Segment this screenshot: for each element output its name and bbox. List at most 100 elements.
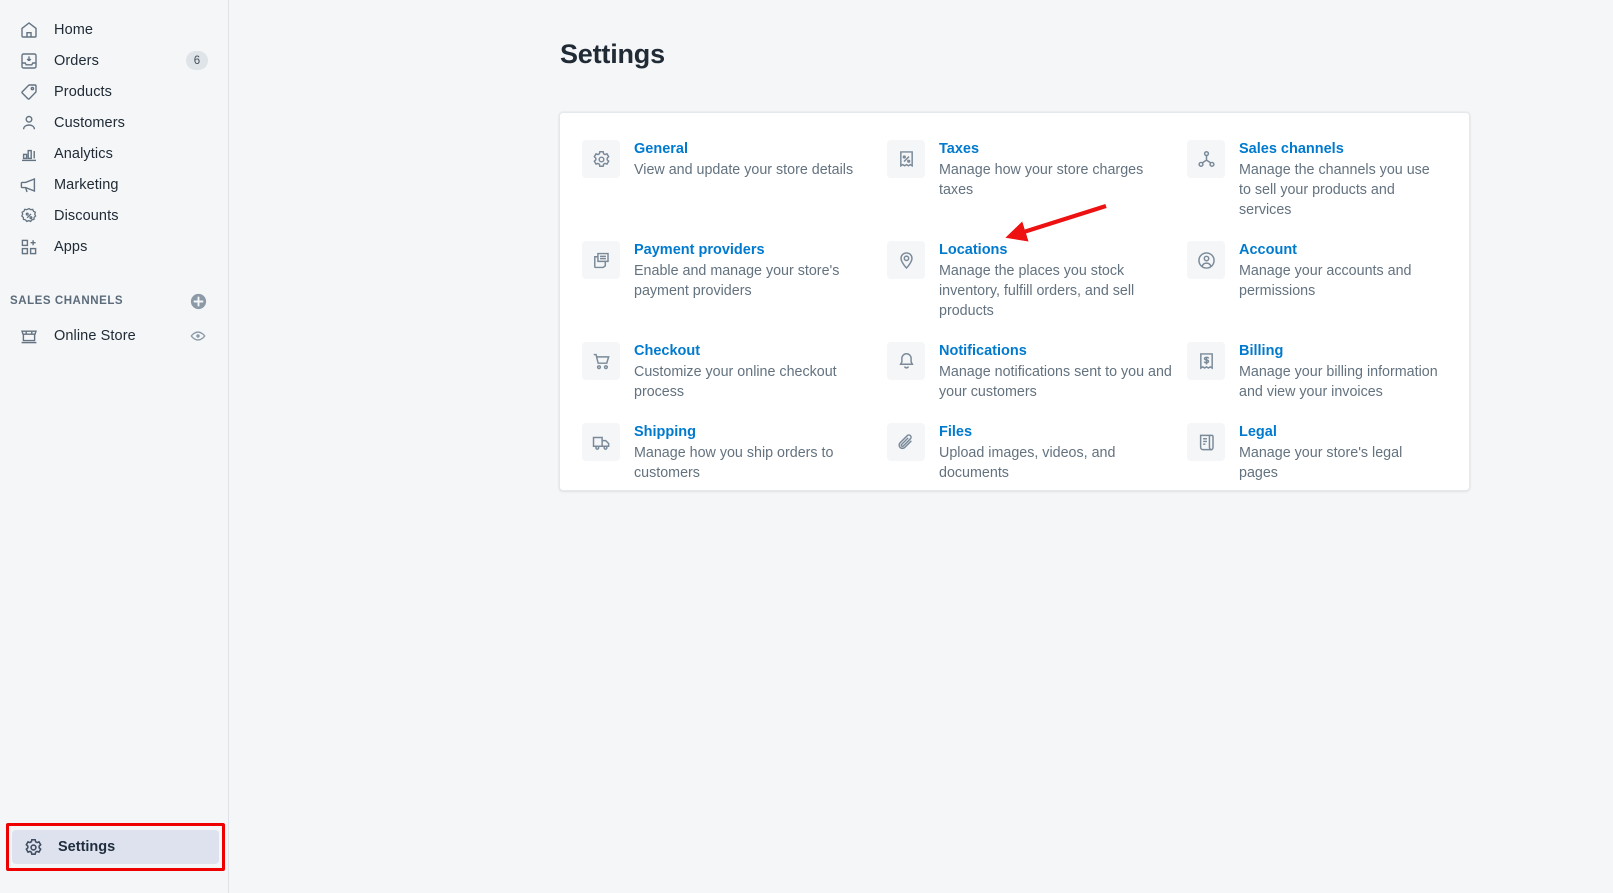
tile-title[interactable]: Taxes (939, 140, 979, 159)
customers-icon (18, 112, 40, 134)
marketing-megaphone-icon (18, 174, 40, 196)
sidebar-item-home[interactable]: Home (8, 14, 220, 45)
sidebar-item-label: Customers (54, 114, 125, 131)
tile-body: Shipping Manage how you ship orders to c… (634, 422, 873, 483)
settings-label: Settings (58, 839, 116, 855)
sidebar-item-marketing[interactable]: Marketing (8, 169, 220, 200)
sidebar-item-customers[interactable]: Customers (8, 107, 220, 138)
tile-title[interactable]: Payment providers (634, 241, 765, 260)
tile-title[interactable]: Shipping (634, 423, 696, 442)
tile-body: Payment providers Enable and manage your… (634, 240, 873, 301)
sales-channels-title: SALES CHANNELS (10, 295, 124, 307)
tile-description: Manage how your store charges taxes (939, 162, 1144, 198)
settings-highlight-box: Settings (6, 823, 225, 871)
files-paperclip-icon (887, 423, 925, 461)
tile-title[interactable]: Notifications (939, 342, 1027, 361)
tile-description: View and update your store details (634, 162, 854, 178)
sidebar-item-label: Orders (54, 52, 99, 69)
checkout-cart-icon (582, 342, 620, 380)
tile-body: Files Upload images, videos, and documen… (939, 422, 1173, 483)
settings-tile-general[interactable]: General View and update your store detai… (582, 139, 887, 240)
tile-title[interactable]: Checkout (634, 342, 700, 361)
payment-card-icon (582, 241, 620, 279)
products-tag-icon (18, 81, 40, 103)
tile-description: Manage how you ship orders to customers (634, 445, 834, 481)
settings-tile-payment-providers[interactable]: Payment providers Enable and manage your… (582, 240, 887, 341)
tile-title[interactable]: Locations (939, 241, 1007, 260)
sidebar-item-apps[interactable]: Apps (8, 231, 220, 262)
tile-title[interactable]: Account (1239, 241, 1297, 260)
tile-title[interactable]: General (634, 140, 688, 159)
notifications-bell-icon (887, 342, 925, 380)
tile-title[interactable]: Sales channels (1239, 140, 1344, 159)
tile-body: Account Manage your accounts and permiss… (1239, 240, 1438, 301)
gear-icon (22, 836, 44, 858)
discounts-percent-icon (18, 205, 40, 227)
tile-body: General View and update your store detai… (634, 139, 873, 180)
sidebar-item-label: Home (54, 21, 94, 38)
location-pin-icon (887, 241, 925, 279)
home-icon (18, 19, 40, 41)
taxes-receipt-percent-icon (887, 140, 925, 178)
sidebar-item-label: Marketing (54, 176, 119, 193)
settings-tile-account[interactable]: Account Manage your accounts and permiss… (1187, 240, 1452, 341)
tile-description: Enable and manage your store's payment p… (634, 263, 840, 299)
sidebar: Home Orders 6 Products Customers Analyti… (0, 0, 229, 893)
tile-description: Manage the channels you use to sell your… (1239, 162, 1430, 218)
legal-scroll-icon (1187, 423, 1225, 461)
sidebar-nav: Home Orders 6 Products Customers Analyti… (0, 0, 228, 351)
tile-title[interactable]: Legal (1239, 423, 1277, 442)
settings-tile-files[interactable]: Files Upload images, videos, and documen… (887, 422, 1187, 503)
online-store-icon (18, 325, 40, 347)
billing-receipt-dollar-icon (1187, 342, 1225, 380)
eye-icon[interactable] (188, 326, 208, 346)
sales-channels-section-header: SALES CHANNELS (8, 288, 220, 314)
shipping-truck-icon (582, 423, 620, 461)
settings-tile-checkout[interactable]: Checkout Customize your online checkout … (582, 341, 887, 422)
account-person-circle-icon (1187, 241, 1225, 279)
settings-tile-shipping[interactable]: Shipping Manage how you ship orders to c… (582, 422, 887, 503)
tile-title[interactable]: Files (939, 423, 972, 442)
tile-body: Notifications Manage notifications sent … (939, 341, 1173, 402)
tile-description: Manage your billing information and view… (1239, 364, 1438, 400)
main-content: Settings General View and update your st… (229, 0, 1613, 893)
gear-icon (582, 140, 620, 178)
tile-body: Locations Manage the places you stock in… (939, 240, 1173, 321)
tile-body: Billing Manage your billing information … (1239, 341, 1438, 402)
analytics-bar-chart-icon (18, 143, 40, 165)
tile-description: Manage your accounts and permissions (1239, 263, 1412, 299)
settings-tile-legal[interactable]: Legal Manage your store's legal pages (1187, 422, 1452, 503)
tile-body: Checkout Customize your online checkout … (634, 341, 873, 402)
tile-description: Manage notifications sent to you and you… (939, 364, 1172, 400)
page-title: Settings (560, 39, 665, 69)
sidebar-item-settings[interactable]: Settings (12, 830, 219, 864)
sales-channels-network-icon (1187, 140, 1225, 178)
tile-description: Manage your store's legal pages (1239, 445, 1403, 481)
settings-tile-billing[interactable]: Billing Manage your billing information … (1187, 341, 1452, 422)
sidebar-item-label: Online Store (54, 327, 136, 344)
tile-description: Upload images, videos, and documents (939, 445, 1116, 481)
tile-body: Taxes Manage how your store charges taxe… (939, 139, 1173, 200)
orders-icon (18, 50, 40, 72)
sidebar-item-analytics[interactable]: Analytics (8, 138, 220, 169)
settings-card: General View and update your store detai… (559, 112, 1470, 491)
app-root: Home Orders 6 Products Customers Analyti… (0, 0, 1613, 893)
sidebar-item-products[interactable]: Products (8, 76, 220, 107)
tile-body: Legal Manage your store's legal pages (1239, 422, 1438, 483)
sidebar-item-online-store[interactable]: Online Store (8, 320, 220, 351)
settings-tile-locations[interactable]: Locations Manage the places you stock in… (887, 240, 1187, 341)
sidebar-item-discounts[interactable]: Discounts (8, 200, 220, 231)
sidebar-item-label: Analytics (54, 145, 113, 162)
tile-body: Sales channels Manage the channels you u… (1239, 139, 1438, 220)
sidebar-item-label: Apps (54, 238, 88, 255)
settings-grid: General View and update your store detai… (582, 139, 1452, 503)
sidebar-item-label: Discounts (54, 207, 119, 224)
tile-description: Manage the places you stock inventory, f… (939, 263, 1135, 319)
sidebar-item-orders[interactable]: Orders 6 (8, 45, 220, 76)
settings-tile-sales-channels[interactable]: Sales channels Manage the channels you u… (1187, 139, 1452, 240)
settings-tile-notifications[interactable]: Notifications Manage notifications sent … (887, 341, 1187, 422)
sidebar-item-label: Products (54, 83, 113, 100)
plus-circle-icon[interactable] (189, 292, 208, 311)
tile-title[interactable]: Billing (1239, 342, 1283, 361)
settings-tile-taxes[interactable]: Taxes Manage how your store charges taxe… (887, 139, 1187, 240)
